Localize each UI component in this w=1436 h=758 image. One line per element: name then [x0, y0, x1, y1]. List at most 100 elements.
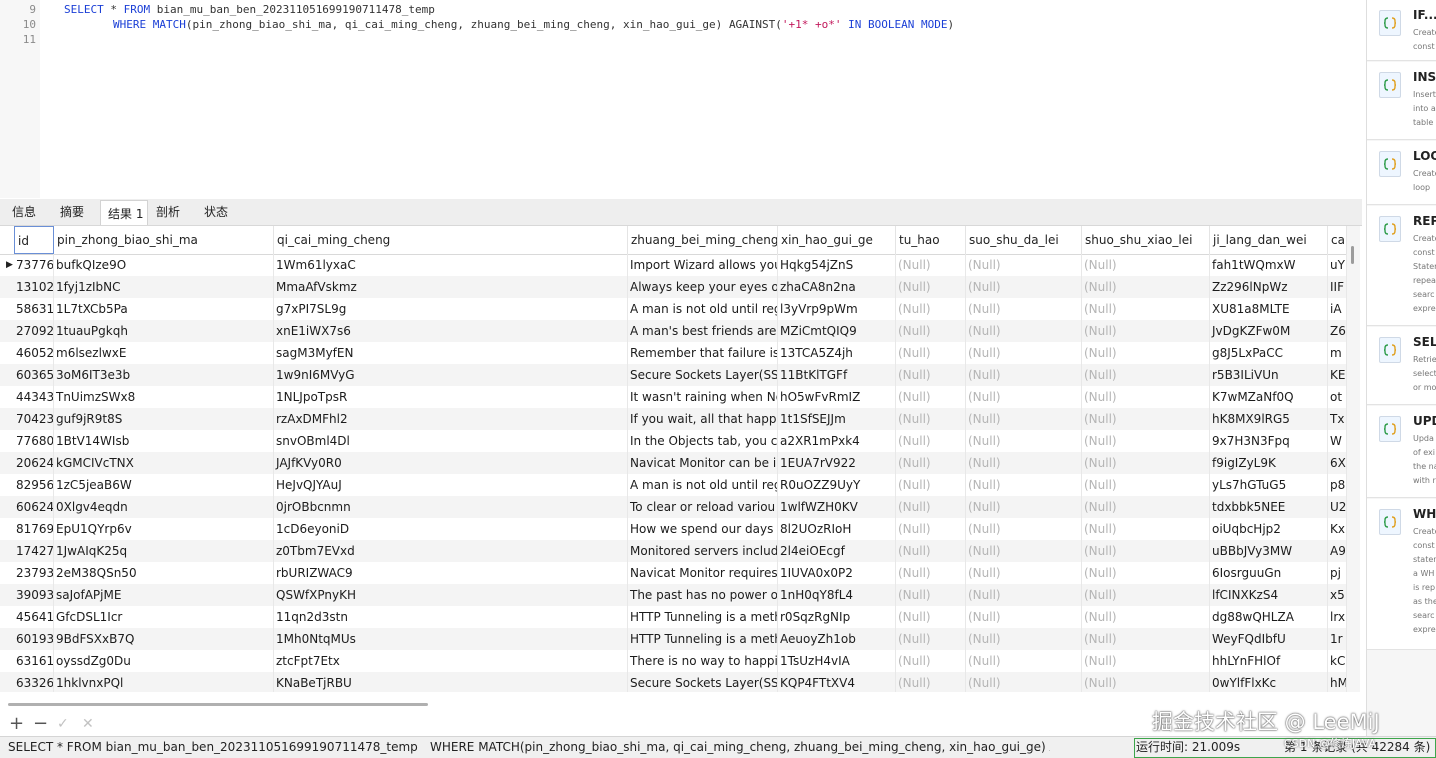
- table-cell[interactable]: 0Xlgv4eqdn: [54, 496, 274, 518]
- table-cell[interactable]: (Null): [966, 298, 1082, 320]
- table-cell[interactable]: Z6: [1328, 320, 1347, 342]
- table-cell[interactable]: g7xPI7SL9g: [274, 298, 628, 320]
- snippet-item[interactable]: UPD Upda of exi the na with r: [1367, 406, 1436, 498]
- table-cell[interactable]: Hqkg54jZnS: [778, 254, 896, 276]
- table-cell[interactable]: KE: [1328, 364, 1347, 386]
- snippet-item[interactable]: REP Create const Stater repea searc expre: [1367, 206, 1436, 326]
- table-cell[interactable]: 44343: [14, 386, 54, 408]
- table-cell[interactable]: (Null): [896, 474, 966, 496]
- tab-info[interactable]: 信息: [12, 199, 48, 225]
- table-cell[interactable]: Monitored servers include: [628, 540, 778, 562]
- table-cell[interactable]: MmaAfVskmz: [274, 276, 628, 298]
- table-cell[interactable]: QSWfXPnyKH: [274, 584, 628, 606]
- table-cell[interactable]: (Null): [1082, 474, 1210, 496]
- table-cell[interactable]: A man's best friends are: [628, 320, 778, 342]
- table-cell[interactable]: (Null): [966, 672, 1082, 692]
- table-row[interactable]: 60193 9BdFSXxB7Q 1Mh0NtqMUs HTTP Tunneling …: [0, 628, 1347, 650]
- table-cell[interactable]: ot: [1328, 386, 1347, 408]
- table-cell[interactable]: (Null): [1082, 408, 1210, 430]
- table-cell[interactable]: saJofAPjME: [54, 584, 274, 606]
- table-cell[interactable]: 73776: [14, 254, 54, 276]
- table-cell[interactable]: (Null): [1082, 430, 1210, 452]
- column-header[interactable]: suo_shu_da_lei: [966, 226, 1082, 254]
- table-cell[interactable]: How we spend our days i: [628, 518, 778, 540]
- table-cell[interactable]: 1Wm61lyxaC: [274, 254, 628, 276]
- table-cell[interactable]: 2eM38QSn50: [54, 562, 274, 584]
- table-cell[interactable]: pj: [1328, 562, 1347, 584]
- column-header[interactable]: shuo_shu_xiao_lei: [1082, 226, 1210, 254]
- table-row[interactable]: 63161 oyssdZg0Du ztcFpt7Etx There is no way…: [0, 650, 1347, 672]
- discard-changes-button[interactable]: ✕: [82, 712, 94, 736]
- table-cell[interactable]: 58631: [14, 298, 54, 320]
- table-cell[interactable]: (Null): [896, 650, 966, 672]
- table-cell[interactable]: (Null): [966, 584, 1082, 606]
- table-cell[interactable]: dg88wQHLZA: [1210, 606, 1328, 628]
- table-cell[interactable]: (Null): [896, 518, 966, 540]
- table-cell[interactable]: 11BtKlTGFf: [778, 364, 896, 386]
- table-cell[interactable]: 1tuauPgkqh: [54, 320, 274, 342]
- snippet-item[interactable]: SELE Retrie select or mo: [1367, 327, 1436, 405]
- table-cell[interactable]: (Null): [966, 430, 1082, 452]
- table-cell[interactable]: lrx: [1328, 606, 1347, 628]
- table-cell[interactable]: yLs7hGTuG5: [1210, 474, 1328, 496]
- table-cell[interactable]: (Null): [1082, 540, 1210, 562]
- table-cell[interactable]: kGMCIVcTNX: [54, 452, 274, 474]
- table-cell[interactable]: (Null): [1082, 672, 1210, 692]
- table-cell[interactable]: uBBbJVy3MW: [1210, 540, 1328, 562]
- table-cell[interactable]: (Null): [1082, 628, 1210, 650]
- table-cell[interactable]: fah1tWQmxW: [1210, 254, 1328, 276]
- table-cell[interactable]: a2XR1mPxk4: [778, 430, 896, 452]
- table-cell[interactable]: (Null): [1082, 320, 1210, 342]
- table-cell[interactable]: 6IosrguuGn: [1210, 562, 1328, 584]
- table-cell[interactable]: (Null): [896, 342, 966, 364]
- table-cell[interactable]: 45641: [14, 606, 54, 628]
- table-row[interactable]: 44343 TnUimzSWx8 1NLJpoTpsR It wasn't raini…: [0, 386, 1347, 408]
- table-row[interactable]: 63326 1hklvnxPQl KNaBeTjRBU Secure Sockets …: [0, 672, 1347, 692]
- table-cell[interactable]: (Null): [896, 540, 966, 562]
- table-cell[interactable]: If you wait, all that happe: [628, 408, 778, 430]
- table-cell[interactable]: 6X: [1328, 452, 1347, 474]
- table-cell[interactable]: (Null): [966, 386, 1082, 408]
- table-cell[interactable]: 0jrOBbcnmn: [274, 496, 628, 518]
- scroll-thumb[interactable]: [8, 703, 428, 706]
- table-cell[interactable]: EpU1QYrp6v: [54, 518, 274, 540]
- table-cell[interactable]: 60365: [14, 364, 54, 386]
- table-cell[interactable]: (Null): [966, 408, 1082, 430]
- table-row[interactable]: 39093 saJofAPjME QSWfXPnyKH The past has no…: [0, 584, 1347, 606]
- table-cell[interactable]: 63326: [14, 672, 54, 692]
- table-cell[interactable]: 20624: [14, 452, 54, 474]
- table-cell[interactable]: (Null): [1082, 298, 1210, 320]
- table-cell[interactable]: (Null): [896, 496, 966, 518]
- table-cell[interactable]: (Null): [896, 254, 966, 276]
- table-cell[interactable]: 27092: [14, 320, 54, 342]
- table-cell[interactable]: Kx: [1328, 518, 1347, 540]
- table-cell[interactable]: (Null): [896, 584, 966, 606]
- column-header-id[interactable]: id: [14, 226, 54, 254]
- table-cell[interactable]: HTTP Tunneling is a meth: [628, 628, 778, 650]
- scroll-thumb[interactable]: [1351, 246, 1354, 264]
- apply-changes-button[interactable]: ✓: [57, 712, 69, 736]
- table-cell[interactable]: g8J5LxPaCC: [1210, 342, 1328, 364]
- table-cell[interactable]: 17427: [14, 540, 54, 562]
- table-cell[interactable]: U2: [1328, 496, 1347, 518]
- table-cell[interactable]: A man is not old until reg: [628, 474, 778, 496]
- table-cell[interactable]: Secure Sockets Layer(SSL: [628, 364, 778, 386]
- table-cell[interactable]: XU81a8MLTE: [1210, 298, 1328, 320]
- add-record-button[interactable]: +: [9, 712, 24, 736]
- table-cell[interactable]: 1cD6eyoniD: [274, 518, 628, 540]
- table-cell[interactable]: HTTP Tunneling is a meth: [628, 606, 778, 628]
- column-header[interactable]: ca: [1328, 226, 1347, 254]
- table-cell[interactable]: 1t1SfSEJJm: [778, 408, 896, 430]
- table-cell[interactable]: x5: [1328, 584, 1347, 606]
- table-cell[interactable]: (Null): [1082, 518, 1210, 540]
- table-cell[interactable]: f9igIZyL9K: [1210, 452, 1328, 474]
- table-cell[interactable]: (Null): [966, 540, 1082, 562]
- table-cell[interactable]: In the Objects tab, you ca: [628, 430, 778, 452]
- table-cell[interactable]: AeuoyZh1ob: [778, 628, 896, 650]
- table-cell[interactable]: It wasn't raining when No: [628, 386, 778, 408]
- table-cell[interactable]: (Null): [896, 276, 966, 298]
- table-cell[interactable]: rbURIZWAC9: [274, 562, 628, 584]
- column-header[interactable]: qi_cai_ming_cheng: [274, 226, 628, 254]
- table-cell[interactable]: 1r: [1328, 628, 1347, 650]
- snippet-item[interactable]: LOO Create loop: [1367, 141, 1436, 205]
